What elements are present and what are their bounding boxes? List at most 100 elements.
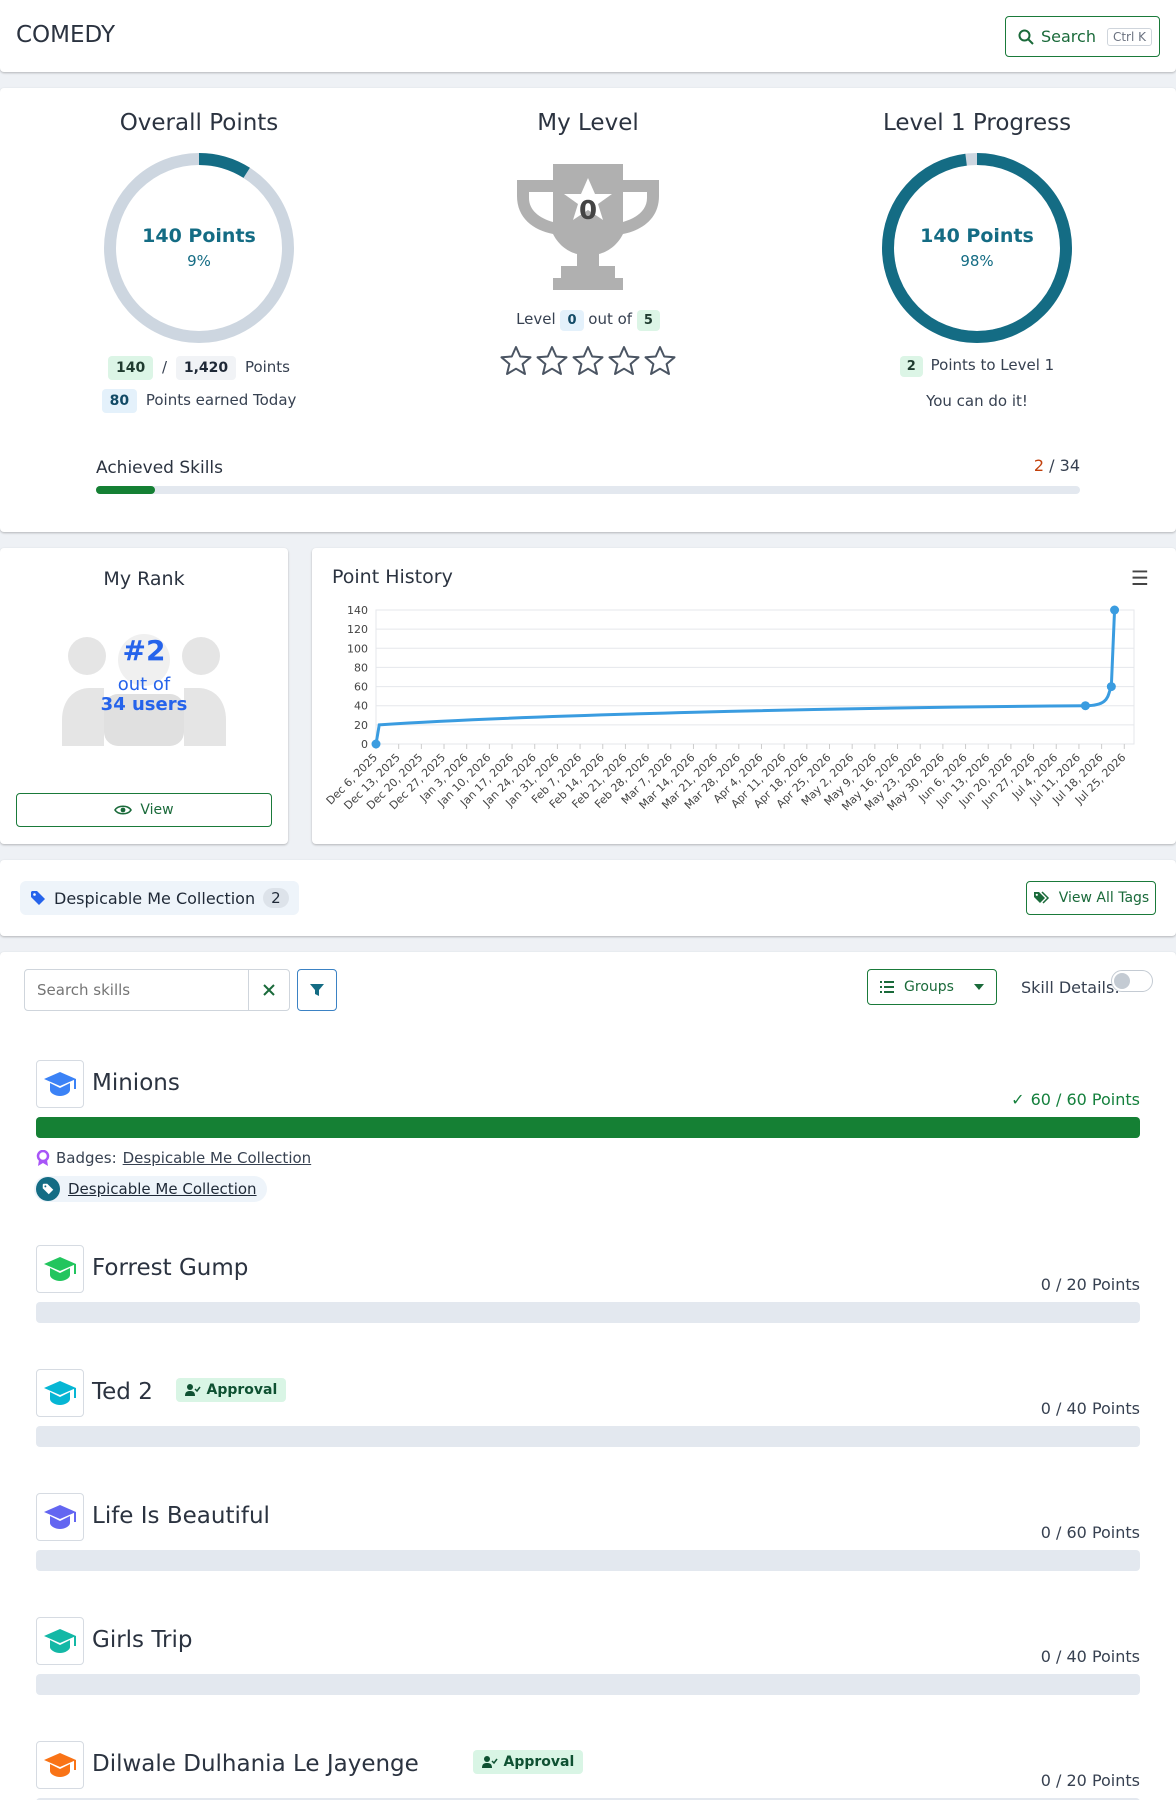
skills-card: Groups Skill Details: Minions ✓ 60 / 60 P… xyxy=(0,952,1176,1800)
trophy-icon xyxy=(517,164,659,290)
encouragement-text: You can do it! xyxy=(926,392,1028,410)
series-line xyxy=(374,609,1117,745)
level-progress-value: 140 Points xyxy=(920,225,1034,247)
remaining-points-label: Points to Level 1 xyxy=(930,356,1055,374)
points-word: Points xyxy=(244,358,290,376)
today-points: 80 Points earned Today xyxy=(0,389,398,413)
badge-link[interactable]: Despicable Me Collection xyxy=(123,1149,312,1167)
graduation-cap-icon xyxy=(44,1753,76,1777)
tag-icon xyxy=(31,891,45,905)
points-separator: / xyxy=(162,358,168,376)
skill-points-value: 0 / 60 Points xyxy=(1040,1523,1140,1542)
user-check-icon xyxy=(184,1384,201,1396)
check-icon: ✓ xyxy=(1011,1090,1025,1109)
rank-title: My Rank xyxy=(103,568,185,590)
y-tick-label: 0 xyxy=(361,738,368,751)
data-point xyxy=(1080,701,1090,711)
skill-progress-bar xyxy=(36,1302,1140,1323)
skill-progress-fill xyxy=(36,1117,1140,1138)
skill-row[interactable]: Minions ✓ 60 / 60 Points Badges: Despicab… xyxy=(0,1060,1176,1202)
chart-plot-area xyxy=(375,609,1135,745)
y-tick-label: 60 xyxy=(354,681,368,694)
skill-points-value: 0 / 20 Points xyxy=(1040,1771,1140,1790)
skill-details-toggle[interactable] xyxy=(1111,970,1153,992)
achieved-count: 2 xyxy=(1033,456,1045,475)
skill-row[interactable]: Forrest Gump 0 / 20 Points xyxy=(0,1245,1176,1355)
search-label: Search xyxy=(1041,27,1096,46)
skill-points-value: 60 / 60 Points xyxy=(1030,1090,1140,1109)
chart-menu-icon[interactable]: ☰ xyxy=(1128,566,1152,590)
level-summary: Level 0 out of 5 xyxy=(398,310,778,331)
y-tick-label: 140 xyxy=(347,604,368,617)
star-icon xyxy=(608,346,640,375)
y-tick-label: 100 xyxy=(347,642,368,655)
star-icon xyxy=(572,346,604,375)
skill-row[interactable]: Girls Trip 0 / 40 Points xyxy=(0,1617,1176,1727)
skill-icon-box xyxy=(36,1060,84,1108)
approval-badge: Approval xyxy=(175,1378,287,1402)
skill-name[interactable]: Life Is Beautiful xyxy=(92,1503,270,1529)
remaining-points-pill: 2 xyxy=(899,356,923,377)
skill-name[interactable]: Girls Trip xyxy=(92,1627,192,1653)
summary-card: Overall Points 140 Points 9% 140 / 1,420… xyxy=(0,88,1176,532)
y-tick-label: 40 xyxy=(354,700,368,713)
skill-row[interactable]: Life Is Beautiful 0 / 60 Points xyxy=(0,1493,1176,1603)
achieved-skills-count: 2 / 34 xyxy=(1034,456,1080,475)
today-points-pill: 80 xyxy=(101,389,138,413)
data-point xyxy=(1106,682,1116,692)
skill-row[interactable]: Ted 2 0 / 40 Points Approval xyxy=(0,1369,1176,1479)
skill-name[interactable]: Minions xyxy=(92,1070,180,1096)
achieved-skills-fill xyxy=(96,486,156,494)
tag-chip-label: Despicable Me Collection xyxy=(54,888,256,908)
skill-icon-box xyxy=(36,1741,84,1789)
view-rank-button[interactable]: View xyxy=(16,793,272,827)
groups-dropdown[interactable]: Groups xyxy=(867,969,997,1005)
skill-progress-bar xyxy=(36,1117,1140,1138)
skill-row[interactable]: Dilwale Dulhania Le Jayenge 0 / 20 Point… xyxy=(0,1741,1176,1800)
data-point xyxy=(371,739,381,749)
skill-progress-bar xyxy=(36,1426,1140,1447)
tags-bar: Despicable Me Collection 2 View All Tags xyxy=(0,860,1176,936)
skill-search-input[interactable] xyxy=(25,970,249,1010)
approval-label: Approval xyxy=(503,1754,575,1770)
level-stars xyxy=(398,345,778,377)
trophy-level-number: 0 xyxy=(578,196,598,226)
skill-name[interactable]: Ted 2 xyxy=(92,1379,153,1405)
y-tick-label: 80 xyxy=(354,661,368,674)
tag-chip-count: 2 xyxy=(263,888,289,908)
skill-icon-box xyxy=(36,1493,84,1541)
page-title: COMEDY xyxy=(16,22,116,48)
skill-details-label: Skill Details: xyxy=(1021,978,1120,997)
skill-points: 0 / 40 Points xyxy=(1041,1647,1140,1666)
today-points-label: Points earned Today xyxy=(145,391,297,409)
y-tick-label: 20 xyxy=(354,719,368,732)
overall-points-summary: 140 / 1,420 Points xyxy=(0,356,398,380)
skill-points: ✓ 60 / 60 Points xyxy=(1011,1090,1140,1109)
total-points-pill: 1,420 xyxy=(175,356,237,380)
search-button[interactable]: Search Ctrl K xyxy=(1005,16,1160,57)
skill-name[interactable]: Dilwale Dulhania Le Jayenge xyxy=(92,1751,419,1777)
skill-points: 0 / 60 Points xyxy=(1041,1523,1140,1542)
overall-points-ring xyxy=(104,153,294,343)
graduation-cap-icon xyxy=(44,1381,76,1405)
skill-tag-chip[interactable]: Despicable Me Collection xyxy=(34,1176,267,1202)
clear-search-button[interactable] xyxy=(249,970,289,1010)
graduation-cap-icon xyxy=(44,1072,76,1096)
point-history-chart: 020406080100120140Dec 6, 2025Dec 13, 202… xyxy=(324,604,1135,813)
rank-card: My Rank #2 out of 34 users View xyxy=(0,548,288,844)
skill-name[interactable]: Forrest Gump xyxy=(92,1255,248,1281)
view-all-tags-button[interactable]: View All Tags xyxy=(1026,881,1156,915)
skill-icon-box xyxy=(36,1245,84,1293)
caret-down-icon xyxy=(973,984,984,990)
level-progress-percent: 98% xyxy=(960,252,994,270)
overall-points-title: Overall Points xyxy=(119,110,279,136)
tag-chip[interactable]: Despicable Me Collection 2 xyxy=(20,881,299,915)
achieved-skills-label: Achieved Skills xyxy=(96,458,224,478)
level-word: Level xyxy=(516,310,556,328)
level-progress-title: Level 1 Progress xyxy=(882,110,1072,136)
my-level-title: My Level xyxy=(537,110,639,136)
filter-button[interactable] xyxy=(297,969,337,1011)
tags-icon xyxy=(1033,891,1049,904)
skill-icon-box xyxy=(36,1617,84,1665)
view-rank-label: View xyxy=(140,802,174,818)
